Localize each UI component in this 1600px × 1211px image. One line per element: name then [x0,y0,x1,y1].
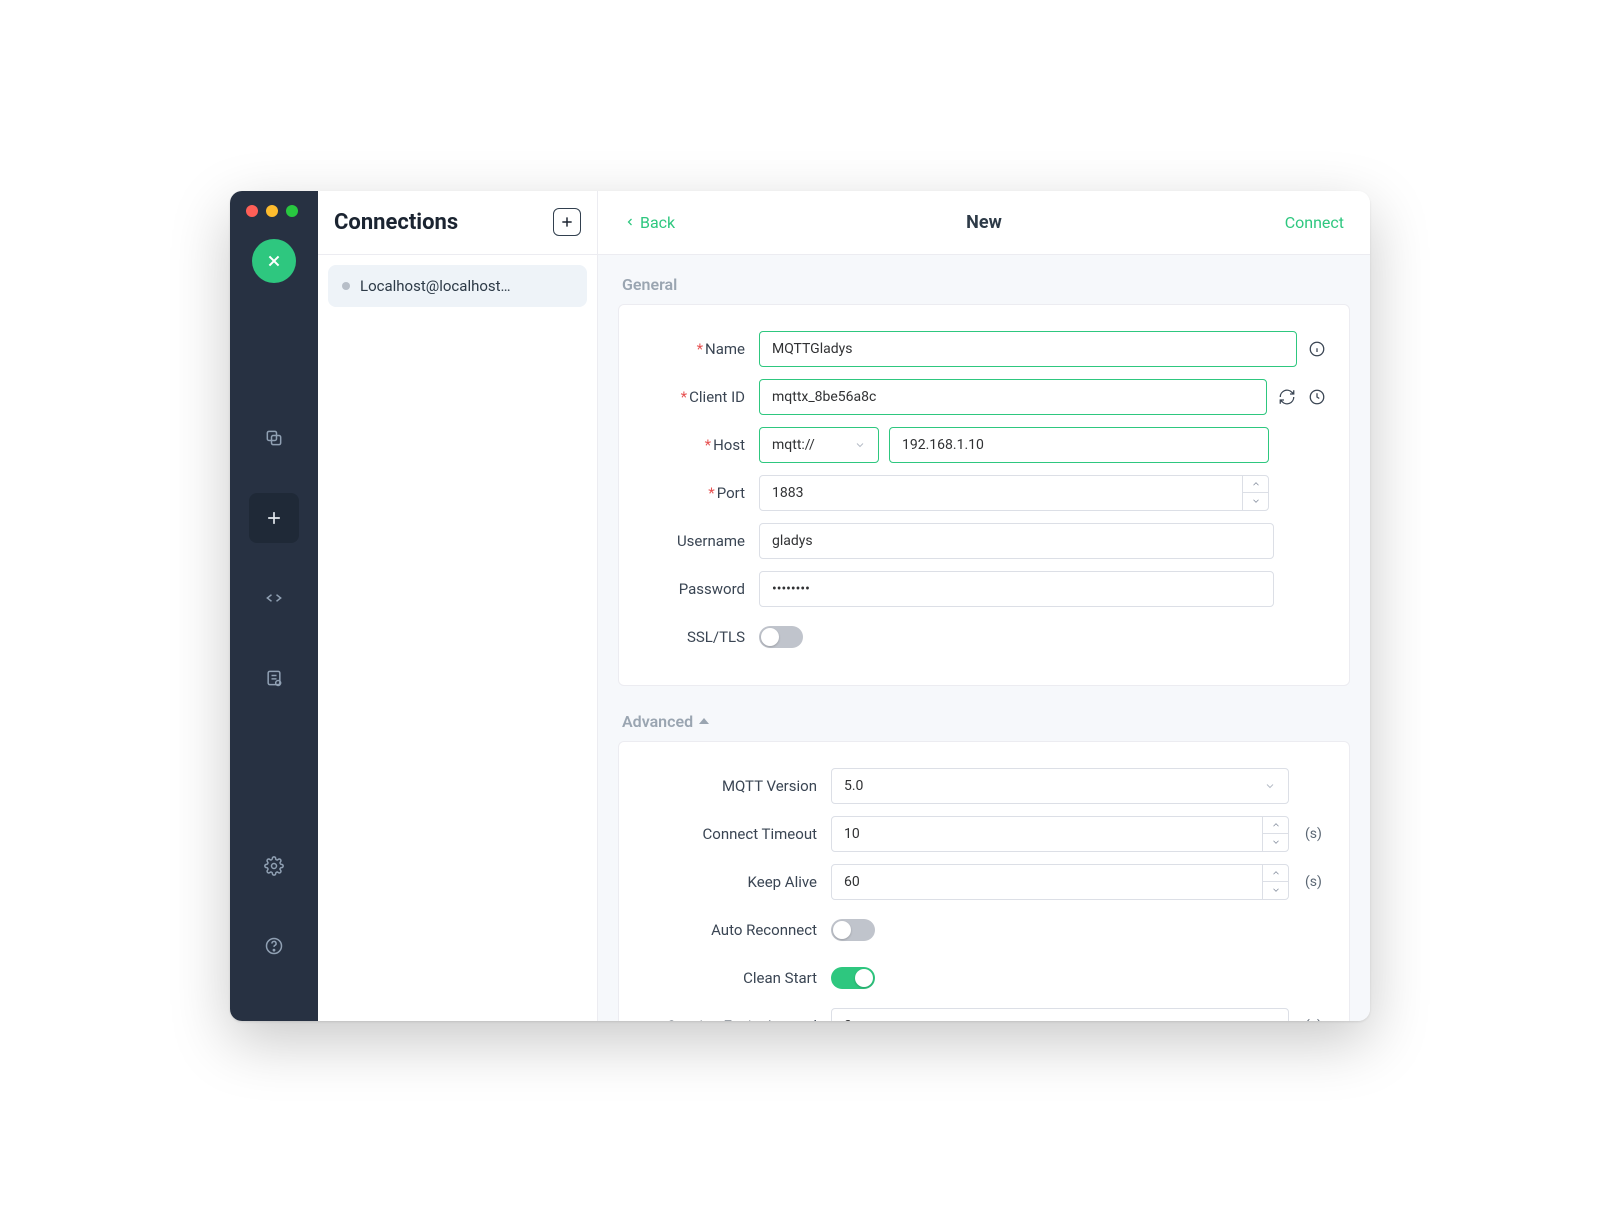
username-input[interactable] [759,523,1274,559]
timeout-step-down[interactable] [1263,834,1288,851]
chevron-left-icon [624,216,636,228]
app-logo [252,239,296,283]
host-protocol-value: mqtt:// [772,437,815,453]
main-header: Back New Connect [598,191,1370,255]
name-input[interactable] [759,331,1297,367]
port-label: Port [717,484,745,502]
password-input[interactable] [759,571,1274,607]
general-section-label: General [622,275,1350,294]
port-step-down[interactable] [1243,493,1268,510]
form-scroll[interactable]: General *Name *Client ID [598,255,1370,1021]
connect-timeout-input[interactable] [831,816,1289,852]
name-label: Name [705,340,745,358]
code-icon [264,588,284,608]
host-input[interactable] [889,427,1269,463]
client-id-input[interactable] [759,379,1267,415]
chevron-down-icon [854,439,866,451]
status-dot-icon [342,282,350,290]
seconds-suffix: (s) [1305,874,1327,890]
general-card: *Name *Client ID [618,304,1350,686]
advanced-section-label[interactable]: Advanced [622,712,1350,731]
close-window-button[interactable] [246,205,258,217]
nav-settings-button[interactable] [249,841,299,891]
ssltls-label: SSL/TLS [687,628,745,646]
keepalive-step-down[interactable] [1263,882,1288,899]
session-expiry-label: Session Expiry Interval [667,1017,817,1021]
minimize-window-button[interactable] [266,205,278,217]
plus-icon [264,508,284,528]
help-icon [264,936,284,956]
session-expiry-input[interactable] [831,1008,1289,1021]
app-window: Connections Localhost@localhost… Back N [230,191,1370,1021]
info-icon[interactable] [1307,339,1327,359]
gear-icon [264,856,284,876]
connections-panel: Connections Localhost@localhost… [318,191,598,1021]
nav-connections-button[interactable] [249,413,299,463]
connections-title: Connections [334,210,458,235]
nav-help-button[interactable] [249,921,299,971]
keepalive-step-up[interactable] [1263,865,1288,883]
nav-rail [230,191,318,1021]
host-protocol-select[interactable]: mqtt:// [759,427,879,463]
timeout-step-up[interactable] [1263,817,1288,835]
copy-stack-icon [264,428,284,448]
mqtt-version-value: 5.0 [844,778,863,794]
auto-reconnect-toggle[interactable] [831,919,875,941]
host-label: Host [713,436,745,454]
add-connection-button[interactable] [553,208,581,236]
mqtt-version-label: MQTT Version [722,777,817,795]
nav-new-button[interactable] [249,493,299,543]
back-label: Back [640,213,675,232]
keep-alive-label: Keep Alive [748,873,817,891]
seconds-suffix: (s) [1305,826,1327,842]
caret-up-icon [699,718,709,724]
refresh-icon[interactable] [1277,387,1297,407]
advanced-card: MQTT Version 5.0 Connect Timeout [618,741,1350,1021]
clean-start-toggle[interactable] [831,967,875,989]
connection-item-label: Localhost@localhost… [360,277,511,295]
ssltls-toggle[interactable] [759,626,803,648]
client-id-label: Client ID [689,388,745,406]
clean-start-label: Clean Start [743,969,817,987]
maximize-window-button[interactable] [286,205,298,217]
window-traffic-lights [246,205,298,217]
keep-alive-input[interactable] [831,864,1289,900]
auto-reconnect-label: Auto Reconnect [711,921,817,939]
username-label: Username [677,532,745,550]
password-label: Password [679,580,745,598]
chevron-down-icon [1264,780,1276,792]
seconds-suffix: (s) [1305,1018,1327,1021]
connection-item[interactable]: Localhost@localhost… [328,265,587,307]
mqtt-version-select[interactable]: 5.0 [831,768,1289,804]
main-panel: Back New Connect General *Name [598,191,1370,1021]
nav-logs-button[interactable] [249,653,299,703]
port-step-up[interactable] [1243,476,1268,494]
log-icon [264,668,284,688]
page-title: New [966,212,1002,233]
nav-scripts-button[interactable] [249,573,299,623]
connect-button[interactable]: Connect [1285,213,1344,232]
plus-icon [559,214,575,230]
history-icon[interactable] [1307,387,1327,407]
port-input[interactable] [759,475,1269,511]
back-button[interactable]: Back [624,213,675,232]
connect-timeout-label: Connect Timeout [703,825,817,843]
